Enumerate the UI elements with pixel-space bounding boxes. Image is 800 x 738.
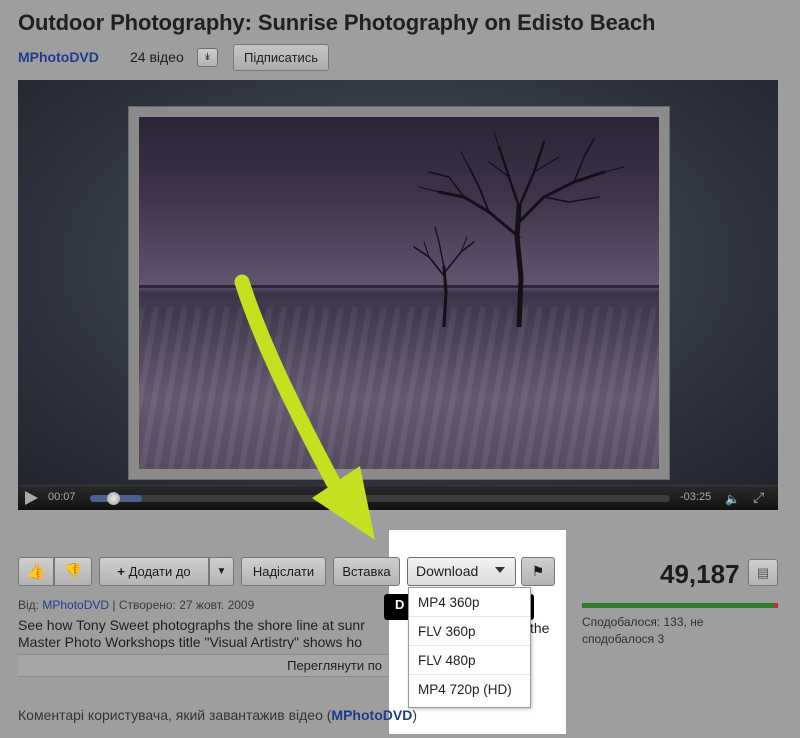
video-player[interactable]: 00:07 -03:25 🔈 ⤢ (18, 80, 778, 510)
player-controls: 00:07 -03:25 🔈 ⤢ (18, 485, 778, 510)
current-time: 00:07 (48, 491, 76, 503)
video-description: See how Tony Sweet photographs the shore… (18, 617, 388, 649)
tooltip-text: D (395, 597, 405, 612)
description-tail: the (530, 620, 550, 636)
description-line-2: Master Photo Workshops title "Visual Art… (18, 634, 363, 649)
created-date: | Створено: 27 жовт. 2009 (112, 598, 255, 612)
add-to-label: Додати до (128, 564, 191, 579)
upload-meta: Від: MPhotoDVD | Створено: 27 жовт. 2009 (18, 598, 254, 612)
fullscreen-icon[interactable]: ⤢ (753, 489, 764, 506)
embed-button[interactable]: Вставка (333, 557, 400, 586)
download-label: Download (416, 563, 479, 579)
plus-icon: + (117, 564, 125, 579)
subscribe-button[interactable]: Підписатись (233, 44, 330, 71)
dropdown-caret-icon (495, 567, 505, 573)
comments-author-link[interactable]: MPhotoDVD (331, 707, 412, 723)
show-more-label: Переглянути по (287, 658, 382, 673)
download-option-mp4-360p[interactable]: MP4 360p (409, 588, 530, 617)
chart-icon[interactable]: ▤ (748, 559, 778, 586)
remaining-time: -03:25 (680, 491, 712, 503)
likes-summary: Сподобалося: 133, не сподобалося 3 (582, 615, 704, 646)
download-option-mp4-720p[interactable]: MP4 720p (HD) (409, 675, 530, 704)
chevron-down-icon[interactable]: ↡ (197, 48, 218, 67)
author-link[interactable]: MPhotoDVD (42, 598, 109, 612)
download-menu: MP4 360p FLV 360p FLV 480p MP4 720p (HD) (408, 587, 531, 708)
add-to-dropdown-button[interactable]: ▼ (209, 557, 234, 586)
like-ratio-bar (582, 603, 774, 608)
video-image (139, 117, 659, 469)
channel-link[interactable]: MPhotoDVD (18, 49, 99, 65)
view-count: 49,187 (660, 559, 740, 589)
thumbs-up-icon[interactable]: 👍 (18, 557, 54, 586)
video-title: Outdoor Photography: Sunrise Photography… (18, 10, 656, 35)
video-frame (128, 106, 670, 480)
download-option-flv-360p[interactable]: FLV 360p (409, 617, 530, 646)
description-line-1: See how Tony Sweet photographs the shore… (18, 617, 365, 633)
add-to-button[interactable]: + Додати до (99, 557, 209, 586)
water-streaks (139, 307, 659, 469)
play-icon[interactable] (25, 491, 38, 505)
progress-bar[interactable] (90, 495, 670, 502)
comments-suffix: ) (412, 707, 417, 723)
dislike-ratio-bar (774, 603, 778, 608)
videos-count: 24 відео (130, 49, 184, 65)
comments-prefix: Коментарі користувача, який завантажив в… (18, 707, 332, 723)
share-button[interactable]: Надіслати (241, 557, 326, 586)
volume-icon[interactable]: 🔈 (725, 492, 740, 506)
flag-icon[interactable]: ⚑ (521, 557, 555, 586)
download-option-flv-480p[interactable]: FLV 480p (409, 646, 530, 675)
tree-silhouette (413, 131, 625, 327)
progress-handle[interactable] (107, 492, 120, 505)
from-label: Від: (18, 598, 40, 612)
show-more-button[interactable]: Переглянути по (18, 654, 388, 677)
uploader-comments-heading: Коментарі користувача, який завантажив в… (18, 707, 417, 723)
thumbs-down-icon[interactable]: 👎 (54, 557, 92, 586)
